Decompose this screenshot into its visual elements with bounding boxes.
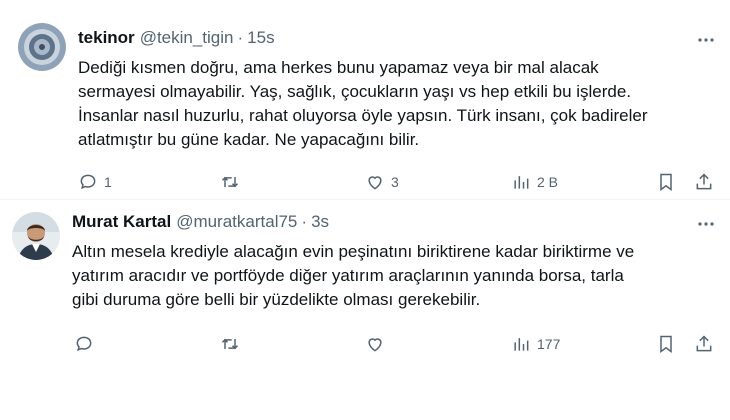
like-count: 3 xyxy=(391,174,399,190)
retweet-icon xyxy=(221,338,239,350)
more-icon[interactable] xyxy=(696,30,716,50)
author-handle[interactable]: @muratkartal75 xyxy=(176,212,297,232)
bookmark-icon xyxy=(660,173,672,191)
share-button[interactable] xyxy=(694,172,714,192)
tweet-1-header: tekinor @tekin_tigin · 15s xyxy=(78,28,275,48)
tweet-2-actions: 177 xyxy=(0,334,730,358)
tweet-text: Altın mesela krediyle alacağın evin peşi… xyxy=(72,242,635,309)
reply-icon xyxy=(80,174,96,190)
views-count: 177 xyxy=(537,336,561,352)
like-icon xyxy=(368,176,382,190)
reply-button[interactable]: 1 xyxy=(78,172,112,192)
separator-dot: · xyxy=(301,212,308,231)
like-icon xyxy=(368,338,382,352)
share-icon xyxy=(696,335,712,352)
tweet-2: Murat Kartal @muratkartal75 · 3s Altın m… xyxy=(0,200,730,420)
reply-count: 1 xyxy=(104,174,112,190)
author-name[interactable]: Murat Kartal xyxy=(72,212,171,232)
tweet-text: Dediği kısmen doğru, ama herkes bunu yap… xyxy=(78,58,648,149)
author-name[interactable]: tekinor xyxy=(78,28,135,48)
views-icon xyxy=(514,338,529,351)
tweet-1: tekinor @tekin_tigin · 15s Dediği kısmen… xyxy=(0,0,730,200)
views-count: 2 B xyxy=(537,174,559,190)
more-icon[interactable] xyxy=(696,214,716,234)
retweet-icon xyxy=(221,176,239,188)
separator-dot: · xyxy=(237,28,244,47)
tweet-2-header: Murat Kartal @muratkartal75 · 3s xyxy=(72,212,329,232)
tweet-time[interactable]: 3s xyxy=(311,212,329,232)
avatar-murat-kartal[interactable] xyxy=(12,212,60,260)
reply-icon xyxy=(76,336,92,352)
avatar-tekinor[interactable] xyxy=(18,23,66,71)
retweet-button[interactable] xyxy=(220,334,246,354)
share-icon xyxy=(696,173,712,190)
tweet-time[interactable]: 15s xyxy=(247,28,274,48)
tweet-1-actions: 1 3 2 B xyxy=(0,172,730,196)
like-button[interactable]: 3 xyxy=(365,172,399,192)
views-button[interactable]: 2 B xyxy=(511,172,558,192)
reply-button[interactable] xyxy=(74,334,100,354)
author-handle[interactable]: @tekin_tigin xyxy=(140,28,234,48)
bookmark-button[interactable] xyxy=(656,172,676,192)
views-icon xyxy=(514,176,529,189)
bookmark-icon xyxy=(660,335,672,353)
share-button[interactable] xyxy=(694,334,714,354)
views-button[interactable]: 177 xyxy=(511,334,560,354)
like-button[interactable] xyxy=(365,334,391,354)
bookmark-button[interactable] xyxy=(656,334,676,354)
retweet-button[interactable] xyxy=(220,172,246,192)
